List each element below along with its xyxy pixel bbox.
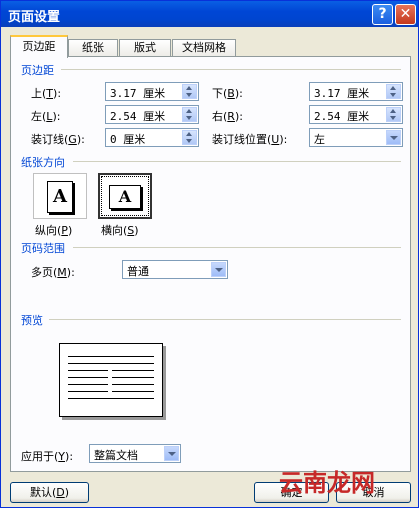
tab-margins[interactable]: 页边距 xyxy=(10,35,68,58)
tab-layout[interactable]: 版式 xyxy=(119,39,171,57)
left-margin-label: 左(L): xyxy=(31,110,61,123)
portrait-label: 纵向(P) xyxy=(35,224,73,237)
preview-line xyxy=(68,398,154,399)
top-margin-input[interactable]: 3.17 厘米 xyxy=(105,82,199,101)
portrait-page-icon: A xyxy=(47,181,73,213)
landscape-label: 横向(S) xyxy=(101,224,139,237)
spin-arrows-icon[interactable] xyxy=(182,84,197,99)
preview-line xyxy=(68,356,154,357)
top-margin-label: 上(T): xyxy=(31,87,62,100)
right-margin-label: 右(R): xyxy=(212,110,243,123)
default-button[interactable]: 默认(D) xyxy=(10,482,89,503)
multiple-pages-label: 多页(M): xyxy=(31,266,75,279)
title-bar[interactable]: 页面设置 ? ✕ xyxy=(1,1,418,27)
pages-group-label: 页码范围 xyxy=(21,242,65,255)
help-button[interactable]: ? xyxy=(372,4,393,25)
preview-line xyxy=(68,384,108,385)
divider xyxy=(61,69,401,70)
divider xyxy=(73,161,401,162)
apply-to-label: 应用于(Y): xyxy=(21,450,74,463)
divider xyxy=(73,247,401,248)
page-setup-dialog: 页面设置 ? ✕ 页边距 纸张 版式 文档网格 页边距 上(T): 3.17 厘… xyxy=(0,0,419,508)
spin-arrows-icon[interactable] xyxy=(182,130,197,145)
tab-document-grid[interactable]: 文档网格 xyxy=(172,39,236,57)
spin-arrows-icon[interactable] xyxy=(182,107,197,122)
preview-line xyxy=(112,384,154,385)
bottom-margin-label: 下(B): xyxy=(212,87,243,100)
divider xyxy=(49,319,401,320)
preview-group-label: 预览 xyxy=(21,314,43,327)
gutter-position-select[interactable]: 左 xyxy=(309,128,403,147)
apply-to-select[interactable]: 整篇文档 xyxy=(89,444,181,463)
landscape-page-icon: A xyxy=(109,185,141,209)
spin-arrows-icon[interactable] xyxy=(386,107,401,122)
tab-paper[interactable]: 纸张 xyxy=(68,39,118,57)
preview-line xyxy=(68,363,154,364)
gutter-input[interactable]: 0 厘米 xyxy=(105,128,199,147)
gutter-position-label: 装订线位置(U): xyxy=(212,133,288,146)
preview-line xyxy=(68,377,108,378)
gutter-label: 装订线(G): xyxy=(31,133,85,146)
margins-panel: 页边距 上(T): 3.17 厘米 下(B): 3.17 厘米 左(L): 2.… xyxy=(10,56,411,472)
preview-line xyxy=(112,370,154,371)
chevron-down-icon[interactable] xyxy=(211,262,226,277)
orientation-group-label: 纸张方向 xyxy=(21,156,65,169)
preview-line xyxy=(112,377,154,378)
preview-line xyxy=(68,370,108,371)
close-button[interactable]: ✕ xyxy=(395,4,416,25)
left-margin-input[interactable]: 2.54 厘米 xyxy=(105,105,199,124)
bottom-margin-input[interactable]: 3.17 厘米 xyxy=(309,82,403,101)
window-title: 页面设置 xyxy=(8,10,61,25)
preview-line xyxy=(112,391,154,392)
preview-page xyxy=(59,343,163,417)
spin-arrows-icon[interactable] xyxy=(386,84,401,99)
chevron-down-icon[interactable] xyxy=(164,446,179,461)
margins-group-label: 页边距 xyxy=(21,64,54,77)
multiple-pages-select[interactable]: 普通 xyxy=(122,260,228,279)
preview-line xyxy=(68,391,108,392)
portrait-option[interactable]: A xyxy=(33,173,87,219)
landscape-option[interactable]: A xyxy=(98,173,152,219)
chevron-down-icon[interactable] xyxy=(386,130,401,145)
watermark-logo: 云南龙网 xyxy=(279,469,375,497)
right-margin-input[interactable]: 2.54 厘米 xyxy=(309,105,403,124)
close-icon: ✕ xyxy=(399,6,412,22)
help-icon: ? xyxy=(378,6,387,22)
